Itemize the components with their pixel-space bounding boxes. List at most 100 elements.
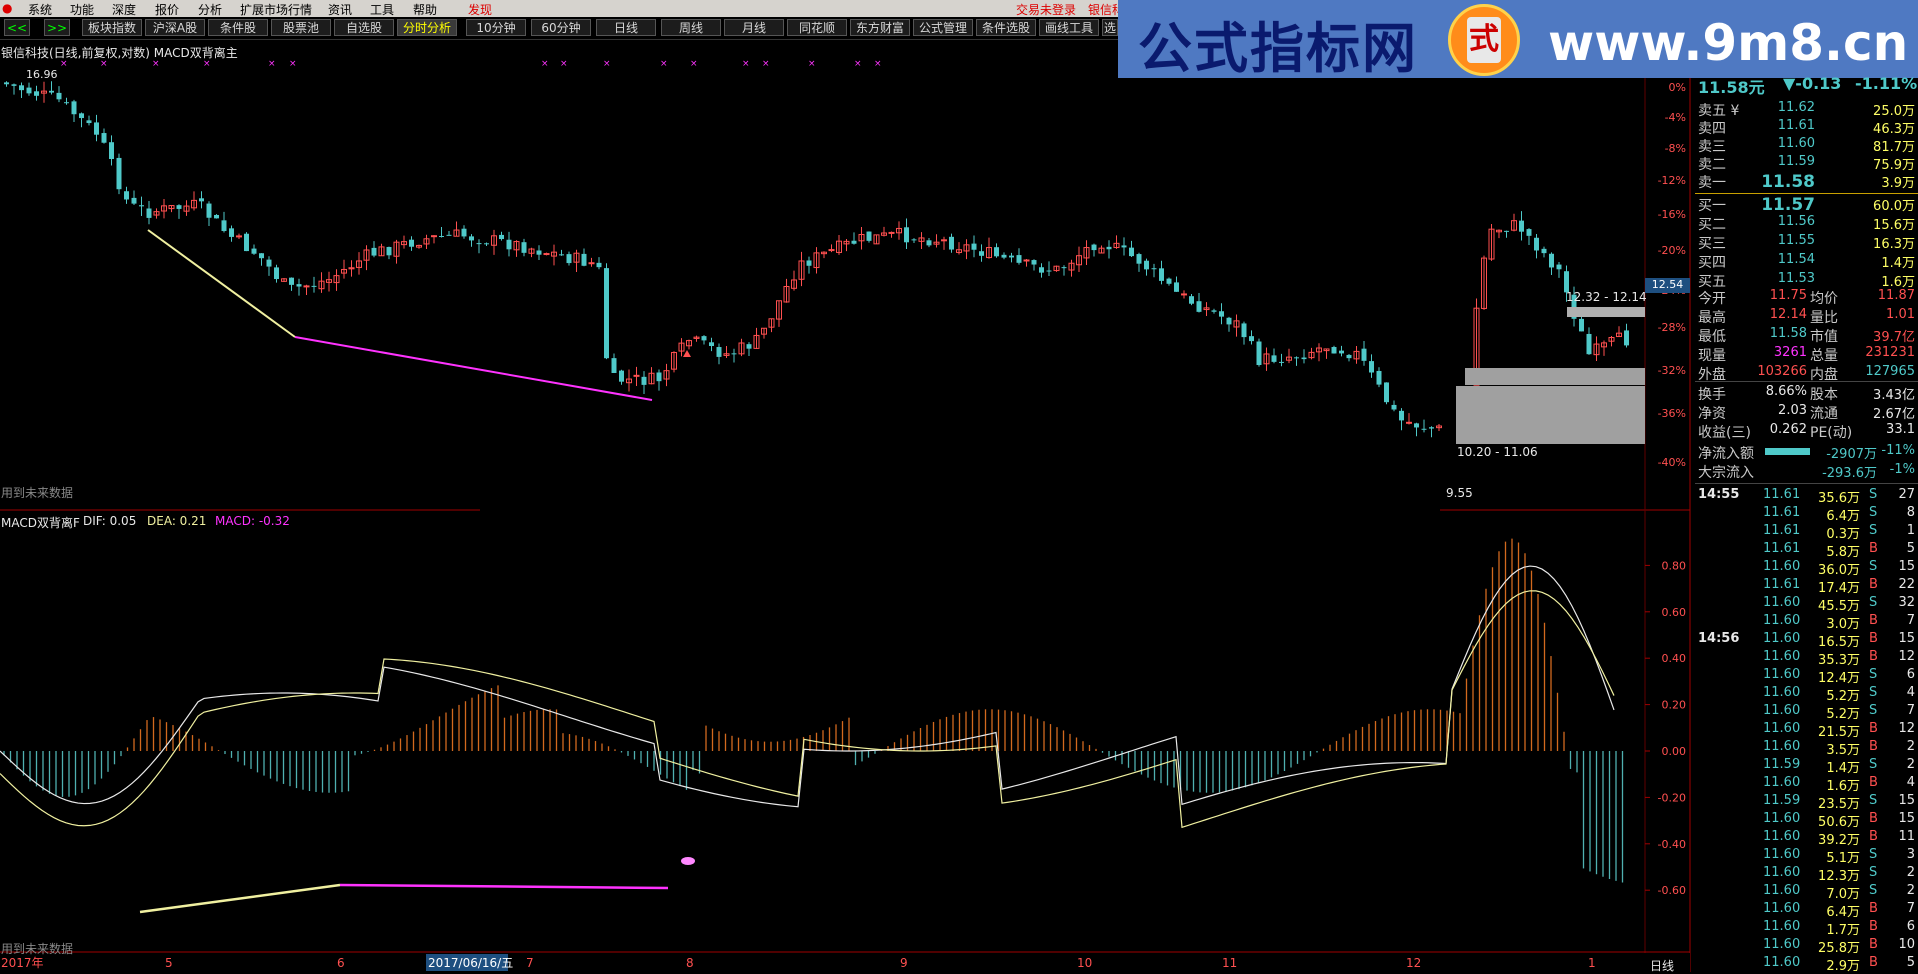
bid-price[interactable]: 11.53 <box>1755 271 1815 286</box>
tick-row: 11.61 17.4万 B 22 <box>1695 577 1918 596</box>
tick-price: 11.60 <box>1763 775 1801 790</box>
candle-body <box>476 243 482 245</box>
tick-volume: 3.0万 <box>1826 617 1860 632</box>
tick-volume: 5.2万 <box>1826 707 1860 722</box>
tick-row: 14:55 11.61 35.6万 S 27 <box>1695 487 1918 506</box>
macd-axis-tick: 0.00 <box>1662 745 1687 758</box>
tick-row: 11.60 5.2万 S 4 <box>1695 685 1918 704</box>
candle-body <box>1249 336 1254 342</box>
candle-body <box>1189 296 1194 304</box>
candle-body <box>461 228 467 237</box>
x-axis-label: 2017年 <box>1 956 44 970</box>
ask-price[interactable]: 11.62 <box>1755 100 1815 115</box>
candle-body <box>559 254 564 256</box>
candle-body <box>1196 301 1202 312</box>
candle-body <box>619 370 624 382</box>
divergence-line-yellow <box>147 229 296 338</box>
signal-marker: × <box>541 59 549 69</box>
candle-body <box>86 120 92 124</box>
bid-volume: 16.3万 <box>1873 237 1915 252</box>
candle-body <box>866 231 872 241</box>
candle-body <box>746 344 752 349</box>
tick-row: 11.60 1.7万 B 6 <box>1695 919 1918 938</box>
bid-price[interactable]: 11.56 <box>1755 214 1815 229</box>
candle-body <box>1091 244 1097 251</box>
candle-body <box>1294 357 1299 359</box>
candle-body <box>1106 246 1112 250</box>
stat-value: 11.58 <box>1769 326 1807 341</box>
tick-volume: 21.5万 <box>1818 725 1860 740</box>
candle-body <box>1361 348 1367 361</box>
tick-price: 11.60 <box>1763 559 1801 574</box>
candle-body <box>131 197 137 204</box>
candle-body <box>1023 259 1030 262</box>
tick-row: 11.60 21.5万 B 12 <box>1695 721 1918 740</box>
tick-price: 11.61 <box>1763 523 1801 538</box>
candle-body <box>1256 341 1262 366</box>
candle-body <box>439 236 444 238</box>
candle-body <box>1009 255 1014 258</box>
signal-marker: × <box>854 59 862 69</box>
dea-line <box>0 590 1615 829</box>
ask-price[interactable]: 11.60 <box>1755 136 1815 151</box>
tick-price: 11.60 <box>1763 649 1801 664</box>
header-pct: -1.11% <box>1855 74 1918 93</box>
candle-body <box>214 214 219 219</box>
tick-row: 11.60 36.0万 S 15 <box>1695 559 1918 578</box>
candle-body <box>274 267 279 280</box>
candle-body <box>1414 423 1419 428</box>
candle-body <box>1016 255 1022 263</box>
tick-price: 11.60 <box>1763 901 1801 916</box>
tick-volume: 25.8万 <box>1818 941 1860 956</box>
ask-price[interactable]: 11.61 <box>1755 118 1815 133</box>
candle-body <box>1406 421 1412 424</box>
signal-marker: × <box>690 59 698 69</box>
tick-volume: 5.8万 <box>1826 545 1860 560</box>
x-axis-label: 11 <box>1222 956 1237 970</box>
candle-body <box>716 347 722 357</box>
period-label[interactable]: 日线 <box>1650 957 1674 974</box>
tick-price: 11.60 <box>1763 847 1801 862</box>
tick-side: B <box>1869 541 1878 556</box>
candle-body <box>11 84 17 86</box>
tick-row: 11.60 3.0万 B 7 <box>1695 613 1918 632</box>
ask-label: 卖三 <box>1698 139 1726 155</box>
orderbook-divider <box>1695 193 1918 194</box>
tick-volume: 5.1万 <box>1826 851 1860 866</box>
ask-price[interactable]: 11.59 <box>1755 154 1815 169</box>
tick-row: 11.60 5.2万 S 7 <box>1695 703 1918 722</box>
candle-body <box>1541 248 1547 254</box>
candle-body <box>904 227 909 243</box>
tick-side: S <box>1869 883 1878 898</box>
candle-body <box>259 253 264 259</box>
tick-volume: 35.6万 <box>1818 491 1860 506</box>
tick-side: B <box>1869 919 1878 934</box>
x-axis-label: 6 <box>337 956 345 970</box>
bid-price[interactable]: 11.57 <box>1755 195 1815 215</box>
candle-body <box>176 205 182 209</box>
candle-body <box>1534 237 1539 251</box>
flow-value: -293.6万 <box>1822 466 1877 481</box>
candle-body <box>116 157 122 190</box>
signal-marker: × <box>603 59 611 69</box>
candle-body <box>851 240 857 244</box>
tick-side: B <box>1869 829 1878 844</box>
tick-count: 6 <box>1906 919 1915 934</box>
ask-price[interactable]: 11.58 <box>1755 172 1815 192</box>
x-axis-label: 8 <box>686 956 694 970</box>
candle-body <box>506 239 512 250</box>
flow-value: -2907万 <box>1826 447 1877 462</box>
candle-body <box>1421 428 1427 430</box>
range-label-upper: 12.32 - 12.14 <box>1566 290 1647 304</box>
tick-side: S <box>1869 685 1878 700</box>
stat-label: 市值 <box>1810 329 1838 345</box>
bid-price[interactable]: 11.55 <box>1755 233 1815 248</box>
tick-volume: 12.3万 <box>1818 869 1860 884</box>
candle-body <box>1174 282 1179 292</box>
tick-volume: 3.5万 <box>1826 743 1860 758</box>
price-axis-tick: -32% <box>1658 364 1686 377</box>
bid-price[interactable]: 11.54 <box>1755 252 1815 267</box>
tick-price: 11.59 <box>1763 757 1801 772</box>
tick-side: S <box>1869 667 1878 682</box>
flow-pct: -11% <box>1881 443 1915 458</box>
